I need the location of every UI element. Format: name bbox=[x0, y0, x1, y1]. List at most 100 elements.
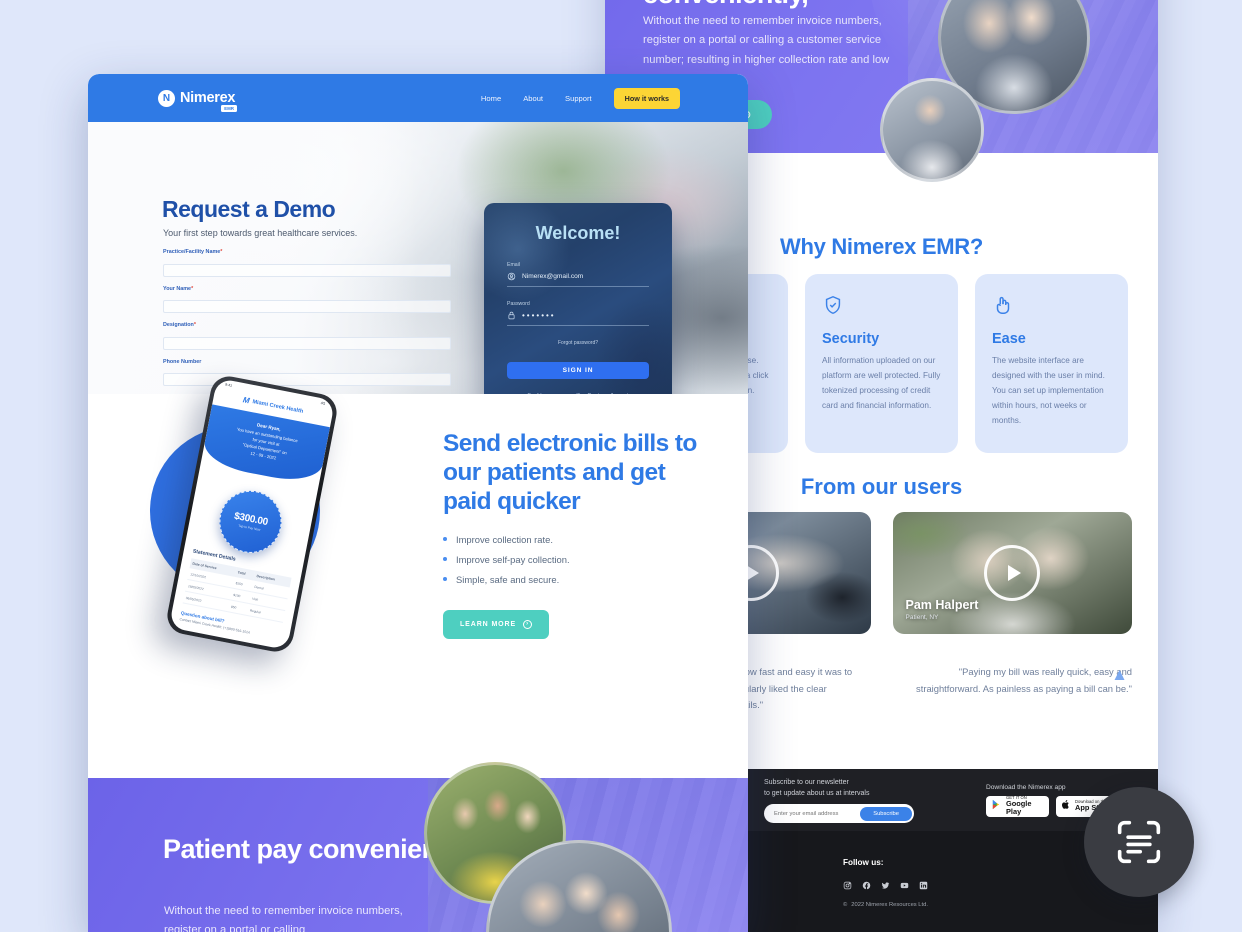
newsletter-block: Subscribe to our newsletter to get updat… bbox=[764, 777, 986, 824]
field-label: Your Name* bbox=[163, 286, 453, 292]
phone-number-input[interactable] bbox=[163, 373, 451, 386]
field-label: Practice/Facility Name* bbox=[163, 249, 453, 255]
why-card-body: The website interface are designed with … bbox=[992, 356, 1105, 425]
login-email-row[interactable]: Nimerex@gmail.com bbox=[507, 272, 649, 287]
follow-title: Follow us: bbox=[843, 858, 884, 867]
login-title: Welcome! bbox=[535, 223, 621, 243]
required-marker: * bbox=[220, 249, 223, 255]
why-card-security[interactable]: Security All information uploaded on our… bbox=[805, 274, 958, 453]
floating-action-button[interactable] bbox=[1084, 787, 1194, 897]
nav-links: Home About Support How it works bbox=[481, 87, 680, 109]
testimonial-video-thumb[interactable]: Pam Halpert Patient, NY bbox=[892, 512, 1132, 634]
your-name-input[interactable] bbox=[163, 300, 451, 313]
bills-bullet: Improve self-pay collection. bbox=[443, 554, 711, 565]
scan-text-icon bbox=[1117, 820, 1161, 864]
newsletter-field[interactable]: Subscribe bbox=[764, 804, 914, 824]
forgot-password-link[interactable]: Forgot password? bbox=[507, 340, 649, 346]
twitter-icon[interactable] bbox=[881, 877, 890, 889]
youtube-icon[interactable] bbox=[900, 877, 909, 889]
user-icon bbox=[507, 272, 516, 281]
logo-badge: EMR bbox=[221, 105, 238, 112]
login-password-row[interactable]: ••••••• bbox=[507, 311, 649, 326]
hero-section: Request a Demo Your first step towards g… bbox=[88, 122, 748, 394]
statement-section: Statement Details Date of Service Total … bbox=[170, 547, 302, 643]
how-it-works-button[interactable]: How it works bbox=[613, 87, 680, 109]
newsletter-line-1: Subscribe to our newsletter bbox=[764, 778, 849, 786]
apple-icon bbox=[1061, 797, 1071, 815]
brand-logo[interactable]: N Nimerex EMR bbox=[158, 89, 238, 112]
why-card-title: Security bbox=[822, 331, 880, 347]
why-card-title: Ease bbox=[992, 331, 1026, 347]
google-play-badge[interactable]: GET IT ON Google Play bbox=[986, 795, 1049, 817]
bills-heading: Send electronic bills to our patients an… bbox=[443, 430, 697, 515]
back-patient-pay-title: conveniently, bbox=[643, 0, 943, 11]
label-text: Your Name bbox=[163, 285, 192, 292]
quote-mark-icon: ▲ bbox=[1111, 665, 1128, 684]
phone-screen: 9:41 4G M Miami Creek Health Dear Ryan, … bbox=[168, 377, 336, 651]
mockup-canvas: conveniently, Without the need to rememb… bbox=[0, 0, 1242, 932]
front-patient-pay-body: Without the need to remember invoice num… bbox=[164, 905, 403, 932]
shield-check-icon bbox=[822, 294, 941, 321]
logo-text: Nimerex bbox=[180, 90, 236, 106]
linkedin-icon[interactable] bbox=[919, 877, 928, 890]
field-label: Designation* bbox=[163, 322, 453, 328]
bills-copy: Send electronic bills to our patients an… bbox=[443, 430, 711, 639]
page-subtitle: Your first step towards great healthcare… bbox=[163, 228, 358, 238]
newsletter-label: Subscribe to our newsletter to get updat… bbox=[764, 777, 986, 799]
sign-in-button[interactable]: SIGN IN bbox=[507, 362, 649, 379]
google-play-icon bbox=[991, 797, 1002, 815]
logo-wordmark: Nimerex EMR bbox=[180, 89, 238, 112]
why-card-ease[interactable]: Ease The website interface are designed … bbox=[975, 274, 1128, 453]
bills-bullet: Improve collection rate. bbox=[443, 534, 711, 545]
bullet-dot-icon bbox=[443, 577, 447, 582]
copyright-icon: © bbox=[843, 902, 848, 908]
field-phone-number: Phone Number bbox=[163, 359, 453, 386]
play-icon[interactable] bbox=[984, 545, 1041, 601]
label-text: Practice/Facility Name bbox=[163, 249, 221, 255]
nav-item-about[interactable]: About bbox=[523, 94, 543, 103]
newsletter-email-input[interactable] bbox=[774, 810, 861, 817]
facebook-icon[interactable] bbox=[862, 877, 871, 890]
clinic-logo-icon: M bbox=[242, 395, 251, 406]
testimonial-name: Pam Halpert bbox=[905, 598, 979, 612]
login-card: Welcome! Email Nimerex@gmail.com Passwor… bbox=[484, 203, 672, 394]
field-label: Phone Number bbox=[163, 359, 453, 365]
tap-hand-icon bbox=[992, 294, 1111, 321]
nav-item-home[interactable]: Home bbox=[481, 94, 501, 103]
testimonial-role: Patient, NY bbox=[905, 614, 939, 621]
man-with-phone-photo bbox=[880, 78, 984, 182]
page-title: Request a Demo bbox=[162, 196, 336, 222]
bullet-text: Improve collection rate. bbox=[456, 533, 553, 545]
status-signal: 4G bbox=[320, 401, 326, 406]
phone-mockup: 9:41 4G M Miami Creek Health Dear Ryan, … bbox=[164, 373, 340, 655]
logo-mark-icon: N bbox=[158, 89, 175, 107]
nav-item-support[interactable]: Support bbox=[565, 94, 592, 103]
bills-bullet: Simple, safe and secure. bbox=[443, 574, 711, 585]
bullet-text: Simple, safe and secure. bbox=[456, 573, 560, 585]
required-marker: * bbox=[191, 285, 194, 292]
email-label: Email bbox=[507, 262, 520, 268]
bullet-dot-icon bbox=[443, 537, 447, 542]
learn-more-button[interactable]: LEARN MORE › bbox=[443, 609, 550, 639]
field-designation: Designation* bbox=[163, 322, 453, 350]
social-links bbox=[843, 877, 1048, 890]
label-text: Phone Number bbox=[163, 358, 202, 365]
login-card-content: Welcome! Email Nimerex@gmail.com Passwor… bbox=[507, 223, 649, 394]
navbar: N Nimerex EMR Home About Support How it … bbox=[88, 74, 748, 122]
badge-big-text: Google Play bbox=[1006, 799, 1032, 817]
password-label: Password bbox=[507, 301, 530, 307]
instagram-icon[interactable] bbox=[843, 877, 852, 890]
why-card-body: All information uploaded on our platform… bbox=[822, 356, 941, 410]
subscribe-button[interactable]: Subscribe bbox=[860, 806, 912, 821]
login-password-value: ••••••• bbox=[522, 311, 556, 320]
practice-name-input[interactable] bbox=[163, 263, 451, 277]
badge-text: GET IT ON Google Play bbox=[1006, 795, 1044, 817]
footer-follow-column: Follow us: © 2022 Nimerex Resources Ltd. bbox=[843, 858, 1048, 919]
front-website-screen: N Nimerex EMR Home About Support How it … bbox=[88, 74, 748, 932]
learn-more-label: LEARN MORE bbox=[460, 620, 517, 628]
copyright: © 2022 Nimerex Resources Ltd. bbox=[843, 902, 1048, 908]
pay-amount-button[interactable]: $300.00 Tap to Pay Now bbox=[214, 485, 287, 559]
lock-icon bbox=[508, 311, 515, 320]
cell-total: $50 bbox=[228, 599, 250, 616]
designation-input[interactable] bbox=[163, 336, 451, 350]
